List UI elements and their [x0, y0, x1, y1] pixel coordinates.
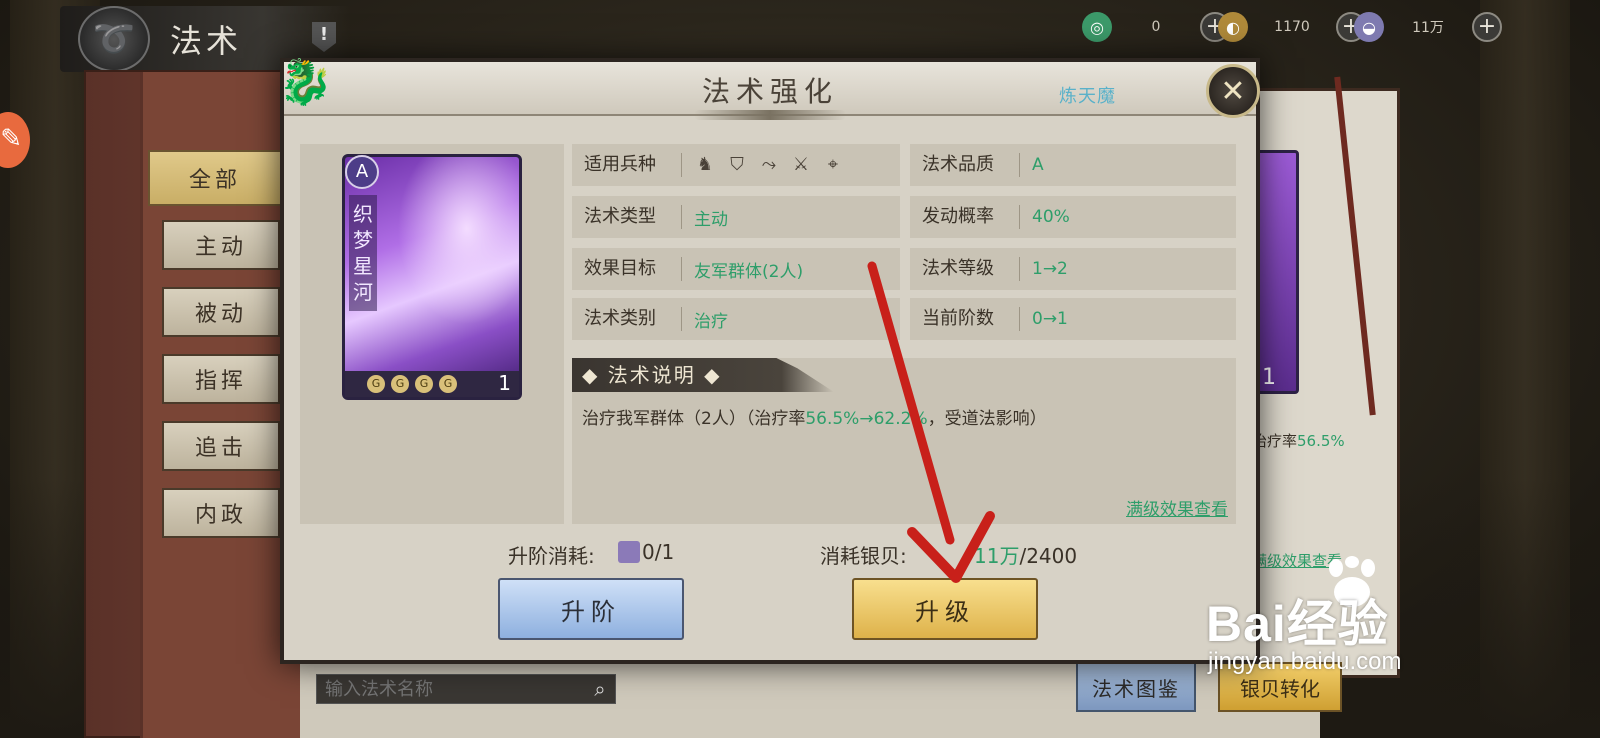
- info-value: 治疗: [694, 311, 728, 332]
- currency-coin: ◐ 1170 +: [1218, 10, 1366, 44]
- star-icon: G: [415, 375, 433, 393]
- search-box: ⌕: [316, 674, 616, 704]
- info-row-target: 效果目标 友军群体(2人): [572, 248, 900, 290]
- jade-icon: ◎: [1082, 12, 1112, 42]
- silver-icon: ◒: [1354, 12, 1384, 42]
- category-command[interactable]: 指挥: [162, 354, 280, 404]
- card-level: 1: [1262, 365, 1276, 390]
- bow-icon: ⤳: [761, 154, 777, 175]
- card-name: 织梦星河: [349, 195, 377, 311]
- cavalry-icon: ♞: [696, 154, 714, 175]
- skill-enhance-dialog: 法术强化 炼天魔 🐉 ✕ A 织梦星河 G G G G 1 适用兵种 ♞ ⛉ ⤳…: [278, 57, 1260, 664]
- info-row-category: 法术类别 治疗: [572, 298, 900, 340]
- info-value: 主动: [694, 209, 728, 230]
- silver-cost-label: 消耗银贝:: [820, 544, 907, 568]
- watermark-url: jingyan.baidu.com: [1208, 648, 1402, 675]
- info-row-chance: 发动概率 40%: [910, 196, 1236, 238]
- dialog-header: 法术强化 炼天魔: [284, 62, 1256, 120]
- title-ornament: [694, 110, 846, 120]
- target-icon: ⌖: [827, 154, 839, 175]
- category-domestic[interactable]: 内政: [162, 488, 280, 538]
- currency-value: 11万: [1412, 20, 1444, 36]
- silver-need: /2400: [1019, 544, 1078, 568]
- silver-have: 11万: [974, 544, 1020, 568]
- advance-cost-label: 升阶消耗:: [508, 544, 595, 568]
- card-footer: G G G G: [345, 371, 519, 397]
- desc-after: ，受道法影响）: [927, 409, 1047, 429]
- category-all[interactable]: 全部: [148, 150, 282, 206]
- advance-cost-value: 0/1: [642, 540, 675, 564]
- category-passive[interactable]: 被动: [162, 287, 280, 337]
- info-label: 法术类型: [572, 205, 682, 229]
- coin-icon: ◐: [1218, 12, 1248, 42]
- advance-cost: 0/1: [618, 540, 674, 564]
- scroll-icon: [618, 541, 640, 563]
- shield-icon: ⛉: [730, 154, 744, 175]
- description-text: 治疗我军群体（2人）（治疗率56.5%→62.2%，受道法影响）: [582, 404, 1047, 429]
- dragon-ornament-icon: 🐉: [278, 57, 333, 108]
- info-value: 1→2: [1032, 259, 1068, 279]
- page-title: 法术: [170, 22, 243, 60]
- description-heading-text: 法术说明: [607, 363, 696, 387]
- heal-rate-text: 治疗率56.5%: [1252, 430, 1345, 451]
- info-label: 法术类别: [572, 307, 682, 331]
- description-heading: ◆ 法术说明 ◆: [572, 358, 834, 392]
- troop-icons: ♞ ⛉ ⤳ ⚔ ⌖: [682, 154, 844, 176]
- skill-card-background: [1255, 150, 1299, 394]
- info-label: 法术品质: [910, 153, 1020, 177]
- currency-jade: ◎ 0 +: [1082, 10, 1230, 44]
- max-level-link[interactable]: 满级效果查看: [1126, 495, 1228, 520]
- star-icon: G: [439, 375, 457, 393]
- info-value: A: [1032, 155, 1044, 175]
- back-dragon-icon[interactable]: ➰: [78, 6, 150, 72]
- description-panel: ◆ 法术说明 ◆ 治疗我军群体（2人）（治疗率56.5%→62.2%，受道法影响…: [572, 358, 1236, 524]
- info-row-level: 法术等级 1→2: [910, 248, 1236, 290]
- category-active[interactable]: 主动: [162, 220, 280, 270]
- star-icon: G: [367, 375, 385, 393]
- info-label: 当前阶数: [910, 307, 1020, 331]
- search-input[interactable]: [317, 675, 585, 703]
- info-row-type: 法术类型 主动: [572, 196, 900, 238]
- rate-to: 62.2%: [873, 409, 928, 429]
- info-row-quality: 法术品质 A: [910, 144, 1236, 186]
- star-icon: G: [391, 375, 409, 393]
- currency-value: 0: [1151, 19, 1161, 35]
- desc-before: 治疗我军群体（2人）（治疗率: [582, 409, 806, 429]
- grade-badge: A: [345, 155, 379, 189]
- info-label: 适用兵种: [572, 153, 682, 177]
- heal-rate: 56.5%: [1297, 432, 1345, 450]
- search-icon[interactable]: ⌕: [585, 674, 615, 704]
- crossed-swords-icon: ⚔: [792, 154, 810, 175]
- currency-silver: ◒ 11万 +: [1354, 10, 1502, 44]
- currency-value: 1170: [1274, 19, 1310, 35]
- close-icon[interactable]: ✕: [1206, 64, 1260, 118]
- add-silver-button[interactable]: +: [1472, 12, 1502, 42]
- info-row-troop: 适用兵种 ♞ ⛉ ⤳ ⚔ ⌖: [572, 144, 900, 186]
- advance-button[interactable]: 升阶: [498, 578, 684, 640]
- codex-button[interactable]: 法术图鉴: [1076, 662, 1196, 712]
- info-row-rank: 当前阶数 0→1: [910, 298, 1236, 340]
- info-value: 0→1: [1032, 309, 1068, 329]
- upgrade-button[interactable]: 升级: [852, 578, 1038, 640]
- info-value: 友军群体(2人): [694, 261, 804, 282]
- silver-cost: 11万/2400: [974, 540, 1077, 569]
- info-label: 效果目标: [572, 257, 682, 281]
- hero-name: 炼天魔: [1059, 86, 1116, 107]
- watermark-brand: Bai经验: [1206, 596, 1389, 652]
- info-label: 法术等级: [910, 257, 1020, 281]
- skill-card: A 织梦星河 G G G G 1: [342, 154, 522, 400]
- rate-arrow: →: [859, 409, 874, 429]
- category-pursuit[interactable]: 追击: [162, 421, 280, 471]
- info-label: 发动概率: [910, 205, 1020, 229]
- card-level: 1: [498, 371, 511, 395]
- info-value: 40%: [1032, 207, 1070, 227]
- rate-from: 56.5%: [805, 409, 860, 429]
